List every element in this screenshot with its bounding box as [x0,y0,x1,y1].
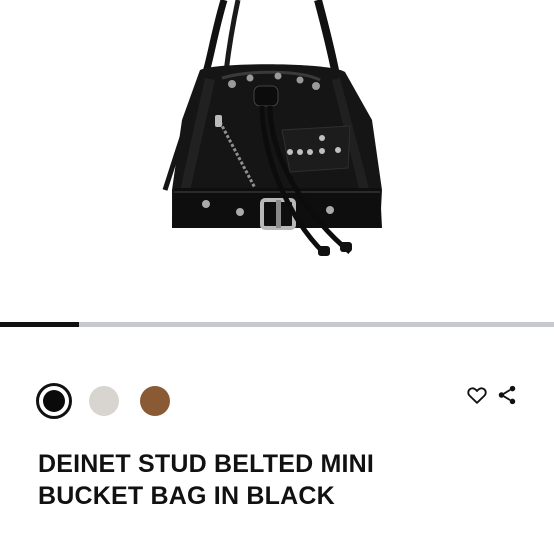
color-swatch-brown[interactable] [137,383,173,419]
product-actions [466,381,522,409]
bucket-bag-image [162,0,382,256]
share-icon [498,385,516,405]
product-title-line-1: DEINET STUD BELTED MINI [38,450,375,478]
product-title-line-2: BUCKET BAG IN BLACK [38,482,335,510]
product-title: DEINET STUD BELTED MINI BUCKET BAG IN BL… [38,448,508,512]
color-dot-grey [89,386,119,416]
gallery-progress-bar [0,322,554,327]
gallery-progress-fill [0,322,80,327]
color-dot-brown [140,386,170,416]
color-dot-black [43,390,65,412]
color-swatch-black[interactable] [36,383,72,419]
wishlist-button[interactable] [466,381,492,409]
color-swatch-grey[interactable] [86,383,122,419]
heart-icon [467,387,487,404]
share-button[interactable] [496,381,522,409]
product-image[interactable] [0,0,554,322]
